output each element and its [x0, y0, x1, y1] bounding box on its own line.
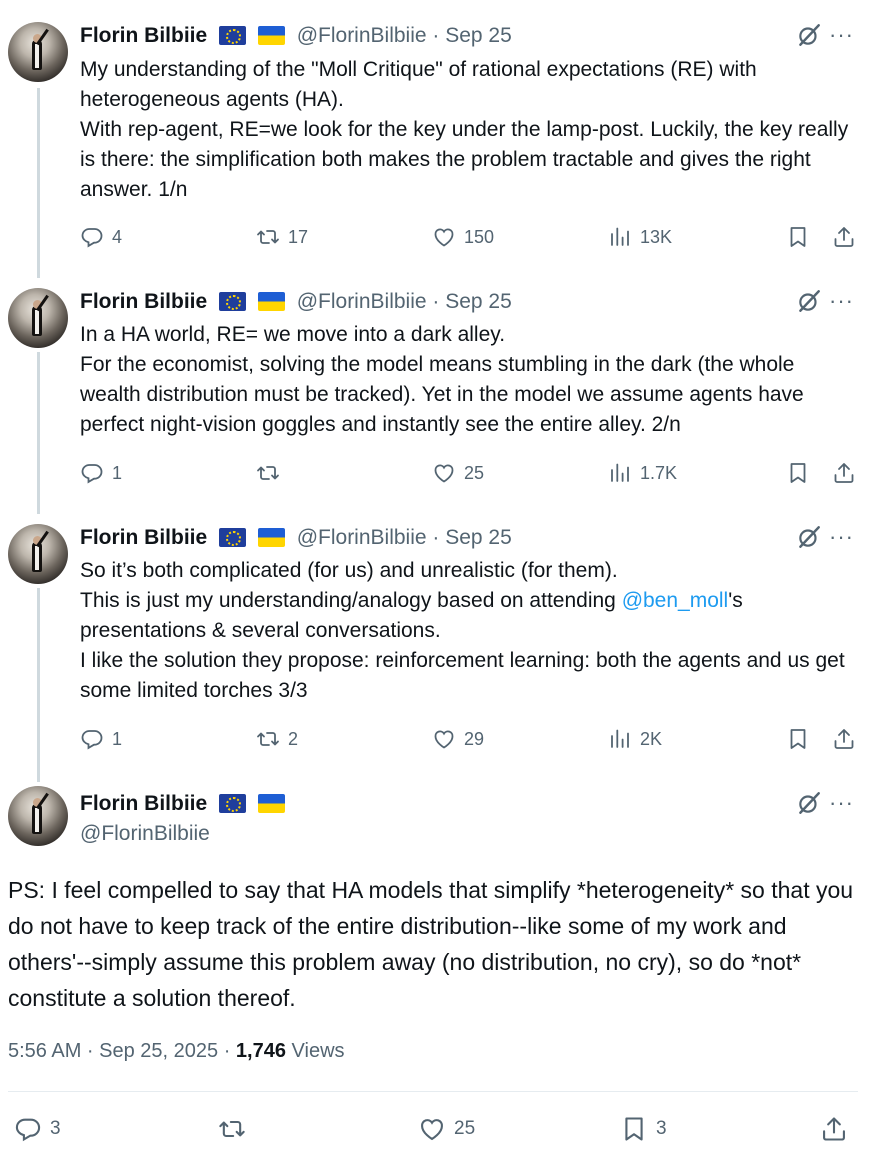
user-handle[interactable]: @FlorinBilbiie	[297, 24, 427, 47]
tweet-text: So it’s both complicated (for us) and un…	[80, 559, 845, 702]
focused-tweet-actions: 3 25 3	[8, 1112, 858, 1146]
like-icon	[432, 727, 456, 751]
grok-icon[interactable]	[796, 790, 822, 816]
share-icon	[832, 461, 856, 485]
views-label: Views	[285, 1040, 345, 1062]
bookmark-icon	[786, 225, 810, 249]
tweet-actions: 4 17 150 13K	[80, 222, 860, 252]
reply-button[interactable]: 1	[80, 724, 122, 754]
display-name[interactable]: Florin Bilbiie	[80, 290, 207, 313]
like-button[interactable]: 29	[432, 724, 484, 754]
reply-button[interactable]: 3	[14, 1112, 61, 1146]
more-icon[interactable]: ···	[829, 288, 854, 314]
grok-icon[interactable]	[796, 22, 822, 48]
share-button[interactable]	[820, 1112, 848, 1146]
repost-icon	[256, 461, 280, 485]
user-handle[interactable]: @FlorinBilbiie	[297, 290, 427, 313]
share-button[interactable]	[832, 458, 856, 488]
ukraine-flag-icon	[257, 292, 285, 311]
bookmark-button[interactable]	[786, 222, 810, 252]
tweet-meta: 5:56 AM · Sep 25, 2025 · 1,746 Views	[8, 1040, 345, 1063]
repost-button[interactable]	[256, 458, 288, 488]
bookmark-button[interactable]: 3	[620, 1112, 667, 1146]
like-button[interactable]: 25	[432, 458, 484, 488]
eu-flag-icon	[219, 528, 247, 547]
separator-dot: ·	[426, 290, 446, 313]
avatar[interactable]	[8, 22, 68, 82]
reply-icon	[80, 727, 104, 751]
grok-icon[interactable]	[796, 288, 822, 314]
tweet-date[interactable]: Sep 25	[445, 290, 512, 313]
reply-icon	[14, 1115, 42, 1143]
display-name[interactable]: Florin Bilbiie	[80, 24, 207, 47]
more-icon[interactable]: ···	[829, 22, 854, 48]
views-button[interactable]: 1.7K	[608, 458, 677, 488]
separator-dot: ·	[426, 526, 446, 549]
thread-tweet-2[interactable]: Florin Bilbiie @FlorinBilbiie · Sep 25 ·…	[0, 270, 870, 510]
repost-button[interactable]	[218, 1112, 254, 1146]
tweet-actions: 1 25 1.7K	[80, 458, 860, 488]
share-button[interactable]	[832, 222, 856, 252]
avatar[interactable]	[8, 786, 68, 846]
bookmark-icon	[786, 727, 810, 751]
like-button[interactable]: 25	[418, 1112, 475, 1146]
thread-tweet-1[interactable]: Florin Bilbiie @FlorinBilbiie · Sep 25 ·…	[0, 0, 870, 270]
share-icon	[820, 1115, 848, 1143]
more-icon[interactable]: ···	[829, 524, 854, 550]
views-icon	[608, 727, 632, 751]
grok-icon[interactable]	[796, 524, 822, 550]
repost-button[interactable]: 2	[256, 724, 298, 754]
tweet-text: My understanding of the "Moll Critique" …	[80, 58, 849, 201]
thread-tweet-3[interactable]: Florin Bilbiie @FlorinBilbiie · Sep 25 ·…	[0, 506, 870, 776]
repost-icon	[256, 727, 280, 751]
share-button[interactable]	[832, 724, 856, 754]
reply-icon	[80, 461, 104, 485]
repost-button[interactable]: 17	[256, 222, 308, 252]
like-button[interactable]: 150	[432, 222, 494, 252]
views-count: 1,746	[235, 1040, 286, 1062]
repost-icon	[256, 225, 280, 249]
views-button[interactable]: 13K	[608, 222, 672, 252]
tweet-text: In a HA world, RE= we move into a dark a…	[80, 323, 804, 436]
share-icon	[832, 727, 856, 751]
display-name[interactable]: Florin Bilbiie	[80, 792, 207, 815]
bookmark-icon	[786, 461, 810, 485]
avatar[interactable]	[8, 524, 68, 584]
reply-button[interactable]: 1	[80, 458, 122, 488]
separator-dot: ·	[426, 24, 446, 47]
views-icon	[608, 225, 632, 249]
user-handle[interactable]: @FlorinBilbiie	[297, 526, 427, 549]
tweet-date[interactable]: Sep 25	[445, 24, 512, 47]
like-icon	[418, 1115, 446, 1143]
focused-tweet-text: PS: I feel compelled to say that HA mode…	[8, 877, 854, 1011]
bookmark-button[interactable]	[786, 458, 810, 488]
mention-link[interactable]: @ben_moll	[622, 589, 729, 612]
bookmark-icon	[620, 1115, 648, 1143]
bookmark-button[interactable]	[786, 724, 810, 754]
share-icon	[832, 225, 856, 249]
timestamp[interactable]: 5:56 AM · Sep 25, 2025 ·	[8, 1040, 236, 1062]
like-icon	[432, 225, 456, 249]
display-name[interactable]: Florin Bilbiie	[80, 526, 207, 549]
ukraine-flag-icon	[257, 794, 285, 813]
ukraine-flag-icon	[257, 26, 285, 45]
views-button[interactable]: 2K	[608, 724, 662, 754]
like-icon	[432, 461, 456, 485]
repost-icon	[218, 1115, 246, 1143]
views-icon	[608, 461, 632, 485]
more-icon[interactable]: ···	[829, 790, 854, 816]
tweet-date[interactable]: Sep 25	[445, 526, 512, 549]
divider	[8, 1091, 858, 1092]
user-handle[interactable]: @FlorinBilbiie	[80, 822, 210, 845]
reply-button[interactable]: 4	[80, 222, 122, 252]
eu-flag-icon	[219, 292, 247, 311]
eu-flag-icon	[219, 794, 247, 813]
ukraine-flag-icon	[257, 528, 285, 547]
eu-flag-icon	[219, 26, 247, 45]
reply-icon	[80, 225, 104, 249]
tweet-actions: 1 2 29 2K	[80, 724, 860, 754]
avatar[interactable]	[8, 288, 68, 348]
